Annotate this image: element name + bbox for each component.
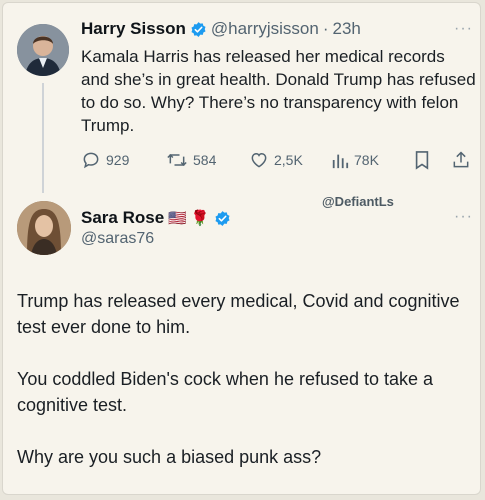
tweet2-text: Trump has released every medical, Covid … (17, 288, 472, 470)
share-button[interactable] (451, 150, 471, 170)
like-count: 2,5K (274, 152, 303, 168)
post-card: Harry Sisson @harryjsisson · 23h ··· Kam… (2, 2, 481, 495)
author-name[interactable]: Sara Rose (81, 208, 164, 228)
bookmark-button[interactable] (413, 150, 431, 170)
author-name[interactable]: Harry Sisson (81, 19, 186, 39)
views-button[interactable]: 78K (331, 150, 379, 170)
separator-dot: · (322, 19, 329, 38)
tweet1-actions: 929 584 2,5K 78K (81, 149, 476, 171)
rose-emoji: 🌹 (190, 210, 210, 227)
verified-badge-icon (215, 210, 230, 226)
avatar-harry[interactable] (17, 24, 69, 76)
bookmark-icon (415, 151, 429, 170)
tweet2-paragraph: Trump has released every medical, Covid … (17, 291, 460, 337)
more-options-icon[interactable]: ··· (454, 208, 473, 226)
reply-button[interactable]: 929 (81, 150, 129, 170)
reply-count: 929 (106, 152, 130, 168)
view-count: 78K (354, 152, 379, 168)
share-icon (453, 151, 469, 168)
timestamp[interactable]: 23h (333, 19, 361, 39)
heart-icon (251, 152, 267, 168)
tweet2-paragraph: Why are you such a biased punk ass? (17, 447, 322, 467)
tweet1-header: Harry Sisson @harryjsisson · 23h (81, 19, 361, 39)
like-button[interactable]: 2,5K (249, 150, 303, 170)
tweet1-text: Kamala Harris has released her medical r… (81, 47, 476, 135)
avatar-sara[interactable] (17, 201, 71, 255)
reply-icon (83, 152, 99, 169)
tweet2-paragraph: You coddled Biden's cock when he refused… (17, 369, 434, 415)
repost-count: 584 (193, 152, 217, 168)
more-options-icon[interactable]: ··· (454, 20, 473, 38)
author-handle[interactable]: @harryjsisson (211, 19, 319, 39)
verified-badge-icon (191, 21, 206, 37)
analytics-icon (332, 154, 349, 169)
repost-button[interactable]: 584 (166, 150, 216, 170)
watermark: @DefiantLs (322, 194, 394, 209)
us-flag-emoji: 🇺🇸 (168, 210, 187, 227)
tweet2-header: Sara Rose 🇺🇸 🌹 (81, 208, 231, 228)
thread-connector (42, 83, 44, 193)
repost-icon (167, 153, 187, 167)
author-handle[interactable]: @saras76 (81, 230, 154, 248)
